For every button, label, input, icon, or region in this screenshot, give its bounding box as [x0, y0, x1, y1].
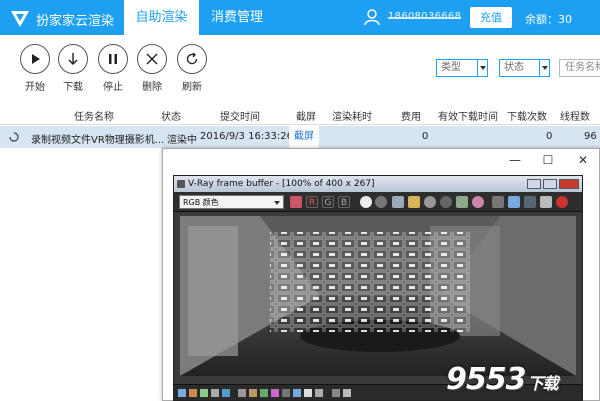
row-submit-time: 2016/9/3 16:33:26 — [200, 131, 294, 142]
row-download-count: 0 — [546, 131, 553, 142]
col-download-count[interactable]: 下载次数 — [507, 108, 547, 123]
folder-icon[interactable] — [408, 196, 420, 208]
stop-button[interactable]: 停止 — [96, 44, 130, 93]
table-header: 任务名称 状态 提交时间 截屏 渲染耗时 费用 有效下载时间 下载次数 线程数 — [0, 101, 600, 125]
close-icon — [146, 53, 158, 65]
type-filter-value: 类型 — [441, 62, 461, 73]
green-channel-button[interactable]: G — [322, 196, 334, 208]
vray-toolbar: RGB 颜色 R G B — [174, 192, 582, 212]
save-icon[interactable] — [392, 196, 404, 208]
vray-close-button[interactable] — [559, 179, 579, 189]
col-task-name[interactable]: 任务名称 — [74, 108, 114, 123]
row-cost: 0 — [422, 131, 429, 142]
pause-icon — [109, 54, 117, 64]
user-icon[interactable] — [363, 8, 381, 26]
col-status[interactable]: 状态 — [161, 108, 181, 123]
maximize-button[interactable]: ☐ — [538, 153, 558, 167]
watermark-number: 9553 — [446, 362, 526, 397]
status-icon[interactable] — [332, 389, 340, 397]
app-logo-icon — [11, 11, 29, 27]
mono-icon[interactable] — [375, 196, 387, 208]
status-icon[interactable] — [343, 389, 351, 397]
display-icon[interactable] — [524, 196, 536, 208]
vray-maximize-button[interactable] — [543, 179, 557, 189]
refresh-button[interactable]: 刷新 — [175, 44, 209, 93]
download-button[interactable]: 下载 — [56, 44, 90, 93]
status-icon[interactable] — [189, 389, 197, 397]
chevron-down-icon — [539, 60, 549, 76]
delete-label: 删除 — [142, 82, 162, 93]
row-screenshot-link[interactable]: 截屏 — [289, 126, 319, 148]
color-swatch-icon[interactable] — [290, 196, 302, 208]
vray-title-bar: V-Ray frame buffer - [100% of 400 x 267] — [174, 176, 582, 192]
tab-self-render[interactable]: 自助渲染 — [124, 0, 199, 35]
task-search-input[interactable]: 任务名称 — [559, 59, 600, 77]
red-channel-button[interactable]: R — [306, 196, 318, 208]
col-cost[interactable]: 费用 — [401, 108, 421, 123]
close-window-button[interactable]: ✕ — [573, 153, 593, 167]
balance-label: 余额：30 — [525, 13, 572, 26]
lens-icon[interactable] — [492, 196, 504, 208]
watermark-suffix: 下载 — [527, 374, 559, 393]
start-label: 开始 — [25, 82, 45, 93]
brand-name: 扮家家云渲染 — [36, 14, 115, 29]
window-icon — [177, 180, 185, 188]
compare-icon[interactable] — [508, 196, 520, 208]
region-icon[interactable] — [440, 196, 452, 208]
status-icon[interactable] — [304, 389, 312, 397]
stop-render-icon[interactable] — [556, 196, 568, 208]
top-bar: 扮家家云渲染 自助渲染 消费管理 18608036668 充值 余额：30 — [0, 0, 600, 35]
status-icon[interactable] — [260, 389, 268, 397]
play-icon — [32, 54, 40, 64]
col-screenshot[interactable]: 截屏 — [296, 108, 316, 123]
site-watermark: 9553 下载 — [446, 362, 559, 397]
col-render-time[interactable]: 渲染耗时 — [332, 108, 372, 123]
status-icon[interactable] — [222, 389, 230, 397]
col-valid-download-time[interactable]: 有效下载时间 — [438, 108, 498, 123]
refresh-icon — [186, 52, 198, 65]
row-status: 渲染中 — [167, 135, 197, 146]
tab-consumption[interactable]: 消费管理 — [204, 0, 270, 35]
col-threads[interactable]: 线程数 — [560, 108, 590, 123]
stop-label: 停止 — [103, 82, 123, 93]
status-icon[interactable] — [315, 389, 323, 397]
download-label: 下载 — [63, 82, 83, 93]
minimize-button[interactable]: — — [505, 153, 525, 167]
refresh-label: 刷新 — [182, 82, 202, 93]
track-icon[interactable] — [472, 196, 484, 208]
status-icon[interactable] — [249, 389, 257, 397]
status-icon[interactable] — [178, 389, 186, 397]
vray-minimize-button[interactable] — [527, 179, 541, 189]
render-preview-image — [180, 216, 576, 376]
blue-channel-button[interactable]: B — [338, 196, 350, 208]
alpha-icon[interactable] — [360, 196, 372, 208]
type-filter-select[interactable]: 类型 — [436, 59, 488, 77]
status-filter-value: 状态 — [504, 62, 524, 73]
status-icon[interactable] — [238, 389, 246, 397]
row-task-name: 录制视频文件VR物理摄影机... — [31, 135, 165, 146]
channel-select[interactable]: RGB 颜色 — [179, 195, 284, 209]
vray-title: V-Ray frame buffer - [100% of 400 x 267] — [188, 179, 375, 189]
stats-icon[interactable] — [540, 196, 552, 208]
sphere-icon[interactable] — [424, 196, 436, 208]
history-icon[interactable] — [456, 196, 468, 208]
status-icon[interactable] — [200, 389, 208, 397]
chevron-down-icon — [477, 60, 487, 76]
render-scene-image — [180, 216, 576, 376]
status-icon[interactable] — [211, 389, 219, 397]
status-icon[interactable] — [293, 389, 301, 397]
user-phone: 18608036668 — [388, 11, 462, 22]
row-threads: 96 — [584, 131, 597, 142]
recharge-button[interactable]: 充值 — [470, 7, 512, 28]
status-icon[interactable] — [282, 389, 290, 397]
status-icon[interactable] — [271, 389, 279, 397]
status-filter-select[interactable]: 状态 — [499, 59, 550, 77]
download-arrow-icon — [68, 53, 78, 65]
start-button[interactable]: 开始 — [18, 44, 52, 93]
loading-spinner-icon — [9, 132, 19, 142]
col-submit-time[interactable]: 提交时间 — [220, 108, 260, 123]
delete-button[interactable]: 删除 — [135, 44, 169, 93]
